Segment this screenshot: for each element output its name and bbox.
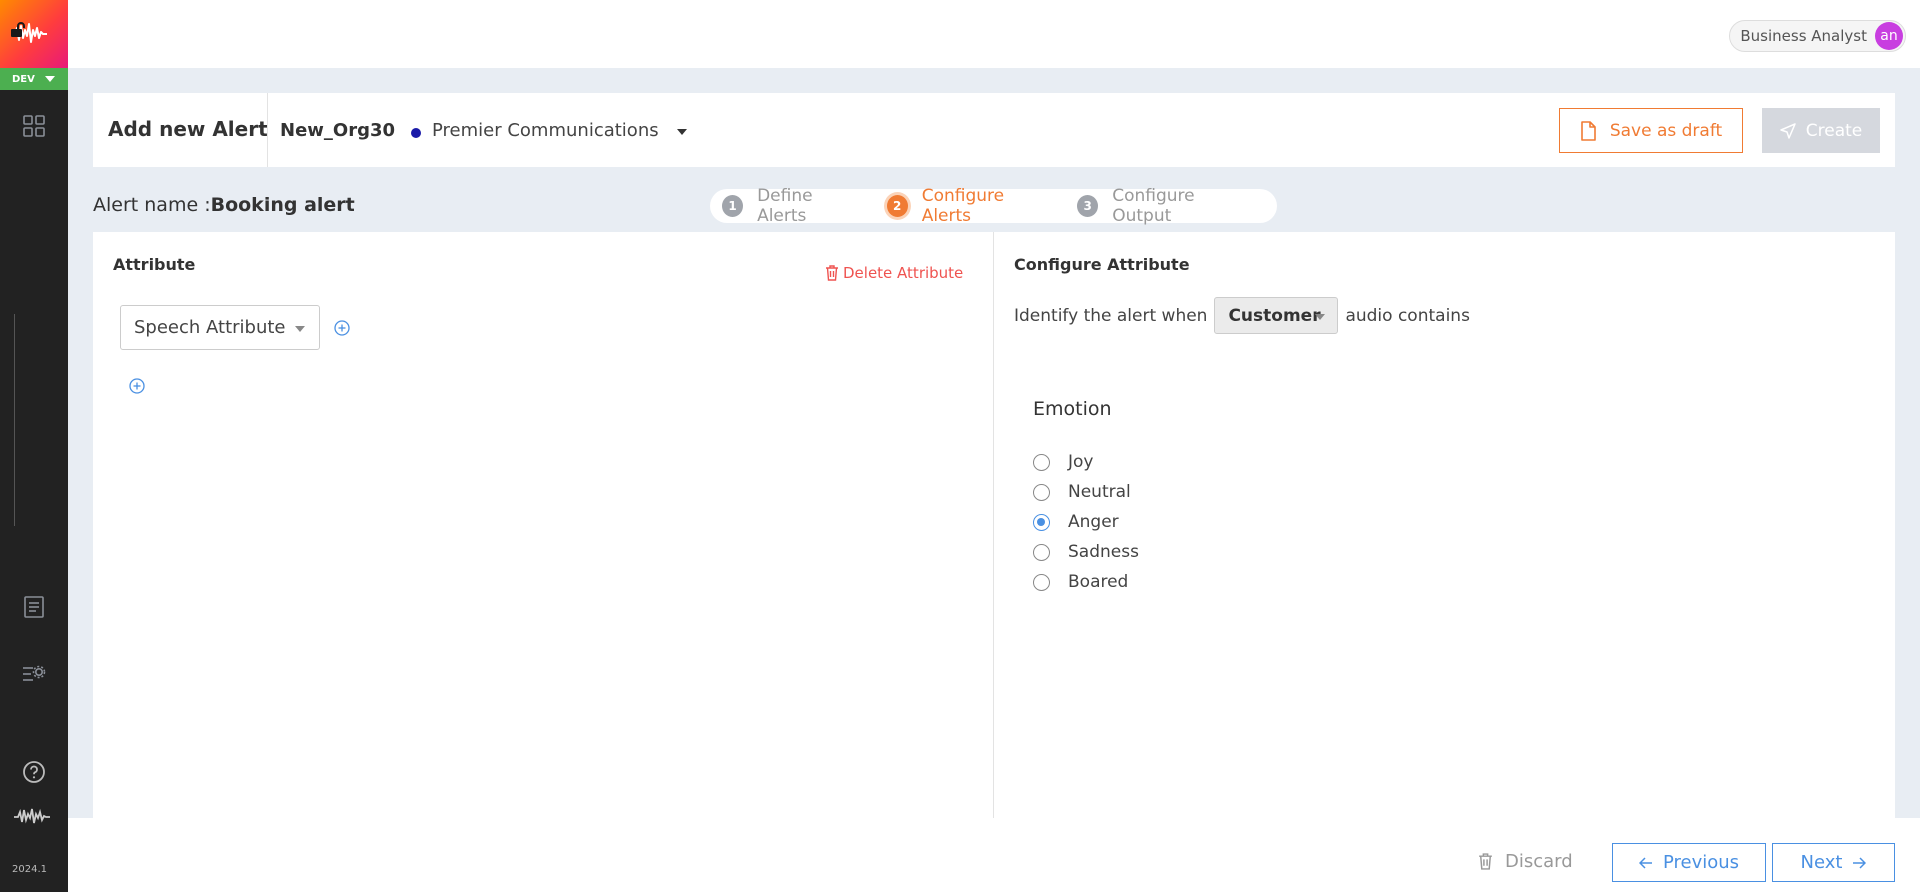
add-condition-icon[interactable] — [334, 320, 350, 336]
emotion-label: Anger — [1068, 512, 1119, 532]
environment-badge[interactable]: DEV — [0, 68, 68, 90]
emotion-label: Neutral — [1068, 482, 1131, 502]
emotion-option-sadness[interactable]: Sadness — [1033, 537, 1139, 567]
discard-button[interactable]: Discard — [1478, 851, 1573, 872]
chevron-down-icon — [44, 76, 55, 82]
identify-prefix: Identify the alert when — [1014, 305, 1208, 326]
alert-config-panel: Attribute Delete Attribute Speech Attrib… — [93, 232, 1895, 818]
sidebar-divider — [14, 314, 15, 526]
top-bar: Business Analyst an — [68, 0, 1920, 68]
step-number: 2 — [886, 195, 908, 217]
chevron-down-icon[interactable] — [677, 129, 687, 135]
avatar: an — [1875, 22, 1903, 50]
app-logo[interactable] — [0, 0, 68, 68]
radio-button[interactable] — [1033, 543, 1050, 561]
settings-list-icon[interactable] — [20, 660, 48, 688]
create-label: Create — [1805, 120, 1863, 141]
arrow-right-icon — [1853, 856, 1867, 869]
delete-attribute-label: Delete Attribute — [843, 264, 964, 282]
user-role: Business Analyst — [1740, 27, 1867, 45]
attribute-title: Attribute — [113, 255, 196, 274]
emotion-option-joy[interactable]: Joy — [1033, 447, 1139, 477]
create-button[interactable]: Create — [1762, 108, 1880, 153]
panel-divider — [993, 232, 994, 818]
radio-button[interactable] — [1033, 573, 1050, 591]
header-divider — [267, 93, 268, 167]
identify-suffix: audio contains — [1345, 305, 1470, 326]
page-title: Add new Alert — [108, 117, 268, 141]
emotion-title: Emotion — [1033, 398, 1112, 420]
identify-row: Identify the alert when Customer audio c… — [1014, 297, 1470, 334]
step-configure-output[interactable]: 3 Configure Output — [1077, 186, 1253, 226]
step-define-alerts[interactable]: 1 Define Alerts — [722, 186, 863, 226]
alert-header: Add new Alert New_Org30 Premier Communic… — [93, 93, 1895, 167]
chevron-down-icon — [295, 326, 305, 332]
previous-label: Previous — [1662, 852, 1740, 873]
emotion-label: Boared — [1068, 572, 1129, 592]
alert-name-value: Booking alert — [210, 194, 355, 216]
company-select[interactable]: Premier Communications — [432, 120, 659, 141]
document-icon — [1581, 120, 1596, 141]
environment-label: DEV — [12, 73, 35, 85]
attribute-type-select[interactable]: Speech Attribute — [120, 305, 320, 350]
emotion-option-neutral[interactable]: Neutral — [1033, 477, 1139, 507]
unlock-icon[interactable] — [10, 22, 26, 38]
send-icon — [1780, 122, 1796, 139]
next-button[interactable]: Next — [1772, 843, 1895, 882]
user-role-menu[interactable]: Business Analyst an — [1729, 20, 1906, 52]
document-list-icon[interactable] — [20, 593, 48, 621]
trash-icon — [826, 265, 838, 281]
app-version: 2024.1 — [12, 864, 47, 875]
step-label: Configure Alerts — [921, 186, 1005, 226]
radio-button[interactable] — [1033, 453, 1050, 471]
emotion-label: Joy — [1068, 452, 1094, 472]
save-draft-button[interactable]: Save as draft — [1559, 108, 1743, 153]
dashboard-grid-icon[interactable] — [20, 112, 48, 140]
status-dot — [411, 128, 421, 138]
discard-label: Discard — [1505, 851, 1573, 872]
step-number: 1 — [722, 195, 744, 217]
speaker-value: Customer — [1228, 305, 1321, 326]
next-label: Next — [1800, 852, 1843, 873]
radio-button[interactable] — [1033, 483, 1050, 501]
step-number: 3 — [1077, 195, 1099, 217]
trash-icon — [1479, 853, 1492, 870]
help-icon[interactable] — [20, 758, 48, 786]
emotion-radio-group: Joy Neutral Anger Sadness Boared — [1033, 447, 1139, 597]
alert-name-label: Alert name : — [93, 194, 211, 216]
step-label: Configure Output — [1112, 186, 1195, 226]
step-configure-alerts[interactable]: 2 Configure Alerts — [886, 186, 1054, 226]
step-label: Define Alerts — [757, 186, 813, 226]
emotion-label: Sadness — [1068, 542, 1139, 562]
chevron-down-icon — [1315, 314, 1326, 320]
save-draft-label: Save as draft — [1609, 120, 1723, 141]
org-name: New_Org30 — [280, 120, 396, 141]
alert-name: Alert name :Booking alert — [93, 194, 355, 216]
add-attribute-icon[interactable] — [129, 378, 145, 394]
configure-attribute-title: Configure Attribute — [1014, 255, 1190, 274]
previous-button[interactable]: Previous — [1612, 843, 1766, 882]
delete-attribute-button[interactable]: Delete Attribute — [825, 264, 963, 282]
attribute-type-value: Speech Attribute — [134, 317, 286, 338]
emotion-option-boared[interactable]: Boared — [1033, 567, 1139, 597]
speaker-select[interactable]: Customer — [1214, 297, 1339, 334]
waveform-brand-icon — [12, 802, 56, 830]
wizard-stepper: 1 Define Alerts 2 Configure Alerts 3 Con… — [710, 186, 1277, 226]
arrow-left-icon — [1638, 856, 1652, 869]
radio-button[interactable] — [1033, 513, 1050, 531]
sidebar: DEV 2024.1 — [0, 0, 68, 892]
emotion-option-anger[interactable]: Anger — [1033, 507, 1139, 537]
